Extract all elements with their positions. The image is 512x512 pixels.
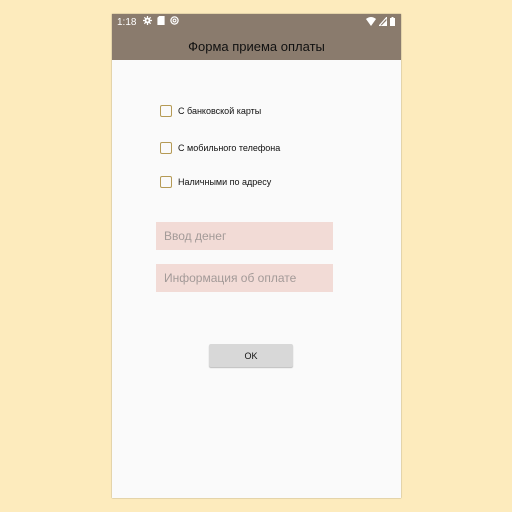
status-time: 1:18 [117, 17, 137, 28]
wifi-icon [366, 17, 376, 30]
checkbox-mobile-phone[interactable]: С мобильного телефона [160, 142, 280, 154]
checkbox-box[interactable] [160, 142, 172, 154]
app-title: Форма приема оплаты [188, 38, 325, 54]
checkbox-label: С банковской карты [178, 106, 262, 116]
app-bar: Форма приема оплаты [112, 32, 401, 60]
payment-info-input[interactable] [156, 264, 333, 292]
ok-button[interactable]: OK [209, 344, 293, 367]
status-icons-right [366, 15, 395, 30]
checkbox-box[interactable] [160, 176, 172, 188]
amount-input[interactable] [156, 222, 333, 250]
phone-screen: 1:18 Форма приема оплаты С банковской ка… [112, 14, 401, 498]
checkbox-label: С мобильного телефона [178, 143, 281, 153]
battery-icon [390, 17, 395, 30]
checkbox-box[interactable] [160, 105, 172, 117]
checkbox-cash-at-address[interactable]: Наличными по адресу [160, 176, 271, 188]
at-sign-icon [170, 16, 179, 29]
status-bar: 1:18 [112, 14, 401, 32]
status-icons-left [143, 16, 179, 29]
sd-card-icon [157, 16, 165, 29]
signal-icon [377, 15, 388, 30]
gear-icon [143, 16, 152, 29]
checkbox-bank-card[interactable]: С банковской карты [160, 105, 261, 117]
checkbox-label: Наличными по адресу [178, 177, 272, 187]
